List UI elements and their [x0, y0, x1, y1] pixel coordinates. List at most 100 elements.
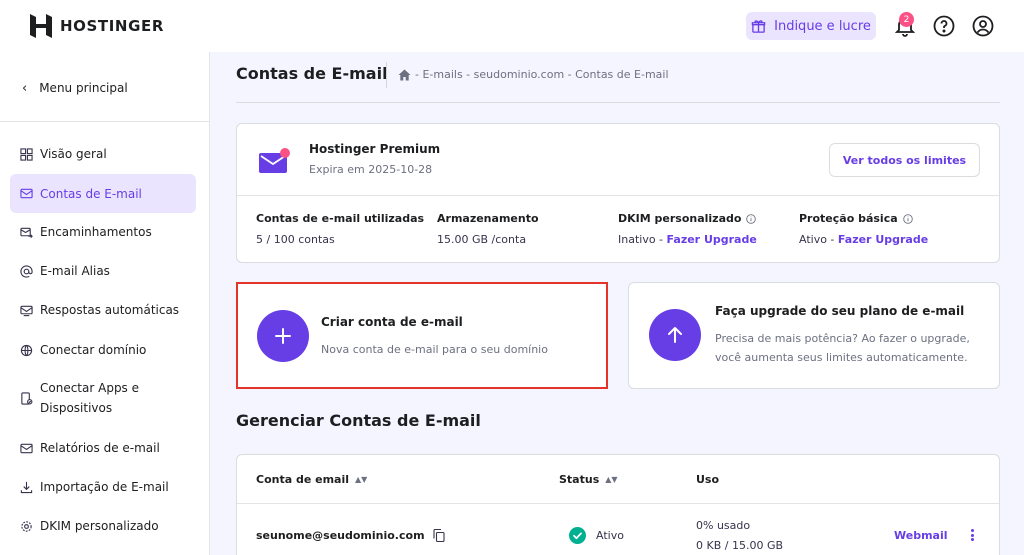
upgrade-plan-card[interactable]: Faça upgrade do seu plano de e-mail Prec…	[628, 282, 1000, 389]
header-divider	[236, 102, 1000, 103]
stat-label: Contas de e-mail utilizadas	[256, 212, 425, 225]
sidebar-main-menu[interactable]: ‹ Menu principal	[0, 70, 210, 106]
brand-name: HOSTINGER	[60, 17, 164, 35]
sidebar-item-label: Importação de E-mail	[40, 480, 169, 494]
create-card-title: Criar conta de e-mail	[321, 315, 463, 329]
stat-label: Armazenamento	[437, 212, 539, 225]
table-row-email: seunome@seudominio.com	[256, 529, 445, 542]
page-title: Contas de E-mail	[236, 64, 388, 83]
sidebar: ‹ Menu principal Visão geral Contas de E…	[0, 52, 210, 555]
table-header-divider	[237, 503, 999, 504]
create-card-subtitle: Nova conta de e-mail para o seu domínio	[321, 343, 548, 356]
view-all-limits-button[interactable]: Ver todos os limites	[829, 143, 980, 177]
breadcrumb: - E-mails - seudominio.com - Contas de E…	[398, 68, 669, 81]
gear-icon	[21, 520, 32, 532]
stat-custom-dkim: DKIM personalizado Inativo - Fazer Upgra…	[618, 212, 757, 246]
sidebar-item-connect-apps[interactable]: Conectar Apps e Dispositivos	[10, 374, 196, 422]
column-header-email-label: Conta de email	[256, 473, 350, 486]
stat-storage: Armazenamento 15.00 GB /conta	[437, 212, 539, 246]
globe-icon	[20, 344, 33, 356]
arrow-up-icon	[649, 309, 701, 361]
sidebar-item-connect-domain[interactable]: Conectar domínio	[10, 332, 196, 368]
auto-reply-icon	[20, 305, 33, 316]
plan-name: Hostinger Premium	[309, 142, 441, 156]
sidebar-item-email-reports[interactable]: Relatórios de e-mail	[10, 430, 196, 466]
column-header-email[interactable]: Conta de email ▲▼	[256, 473, 367, 486]
upgrade-card-line2: você aumenta seus limites automaticament…	[715, 351, 968, 364]
protection-upgrade-link[interactable]: Fazer Upgrade	[838, 233, 928, 246]
column-header-usage: Uso	[696, 473, 719, 486]
dkim-upgrade-link[interactable]: Fazer Upgrade	[667, 233, 757, 246]
hostinger-logo-icon	[30, 14, 52, 38]
title-separator	[386, 62, 387, 88]
device-icon	[21, 391, 33, 405]
top-bar: HOSTINGER Indique e lucre 2	[0, 0, 1024, 52]
sidebar-item-overview[interactable]: Visão geral	[10, 136, 196, 172]
info-icon[interactable]	[902, 213, 913, 224]
stat-value: Inativo -	[618, 233, 667, 246]
plan-expiry: Expira em 2025-10-28	[309, 163, 433, 176]
sidebar-item-label: Encaminhamentos	[40, 225, 152, 239]
sidebar-item-custom-dkim[interactable]: DKIM personalizado	[10, 508, 196, 544]
sidebar-item-label: Respostas automáticas	[40, 303, 180, 317]
sidebar-item-email-import[interactable]: Importação de E-mail	[10, 469, 196, 505]
chevron-left-icon: ‹	[22, 80, 28, 96]
column-header-status[interactable]: Status ▲▼	[559, 473, 618, 486]
sidebar-item-label: Relatórios de e-mail	[40, 441, 160, 455]
download-icon	[20, 481, 33, 493]
refer-earn-button[interactable]: Indique e lucre	[746, 12, 876, 40]
info-icon[interactable]	[746, 213, 757, 224]
stat-value: Ativo -	[799, 233, 838, 246]
stat-email-accounts: Contas de e-mail utilizadas 5 / 100 cont…	[256, 212, 424, 246]
copy-icon[interactable]	[432, 529, 445, 542]
mail-forward-icon	[20, 227, 33, 238]
sidebar-item-label: Visão geral	[40, 147, 107, 161]
email-address: seunome@seudominio.com	[256, 529, 425, 542]
status-text: Ativo	[596, 529, 624, 542]
sidebar-main-menu-label: Menu principal	[39, 81, 128, 95]
notification-badge: 2	[899, 12, 914, 27]
stat-label: DKIM personalizado	[618, 212, 742, 225]
sidebar-item-label: Conectar Apps e Dispositivos	[40, 381, 140, 415]
plus-icon	[257, 310, 309, 362]
mail-report-icon	[20, 443, 33, 453]
sort-icon: ▲▼	[605, 475, 618, 484]
upgrade-card-title: Faça upgrade do seu plano de e-mail	[715, 304, 965, 318]
sidebar-item-forwarding[interactable]: Encaminhamentos	[10, 214, 196, 250]
sidebar-item-label: E-mail Alias	[40, 264, 110, 278]
create-email-account-card[interactable]: Criar conta de e-mail Nova conta de e-ma…	[236, 282, 608, 389]
sidebar-item-label: Contas de E-mail	[40, 186, 142, 201]
table-row-status: Ativo	[569, 527, 624, 544]
stat-value: 5 / 100 contas	[256, 233, 335, 246]
refer-earn-label: Indique e lucre	[774, 18, 871, 34]
gift-icon	[751, 19, 766, 33]
stat-label: Proteção básica	[799, 212, 898, 225]
plan-card-divider	[237, 195, 999, 196]
account-icon[interactable]	[971, 14, 995, 38]
home-icon[interactable]	[398, 69, 411, 81]
mailbox-icon	[20, 188, 33, 199]
breadcrumb-path[interactable]: - E-mails - seudominio.com - Contas de E…	[415, 68, 669, 81]
column-header-usage-label: Uso	[696, 473, 720, 486]
sidebar-item-auto-replies[interactable]: Respostas automáticas	[10, 292, 196, 328]
sidebar-item-label: DKIM personalizado	[40, 519, 159, 533]
help-icon[interactable]	[932, 14, 956, 38]
upgrade-card-line1: Precisa de mais potência? Ao fazer o upg…	[715, 332, 970, 345]
plan-card: Hostinger Premium Expira em 2025-10-28 V…	[236, 123, 1000, 263]
email-accounts-table: Conta de email ▲▼ Status ▲▼ Uso seunome@…	[236, 454, 1000, 555]
usage-percent: 0% usado	[696, 519, 751, 532]
usage-amount: 0 KB / 15.00 GB	[696, 539, 784, 552]
sidebar-item-email-accounts[interactable]: Contas de E-mail	[10, 174, 196, 213]
stat-value: 15.00 GB /conta	[437, 233, 527, 246]
plan-mail-icon	[259, 148, 290, 173]
sort-icon: ▲▼	[355, 475, 368, 484]
more-options-icon[interactable]	[965, 527, 979, 543]
stat-basic-protection: Proteção básica Ativo - Fazer Upgrade	[799, 212, 928, 246]
hostinger-logo[interactable]: HOSTINGER	[30, 14, 164, 38]
sidebar-item-email-alias[interactable]: E-mail Alias	[10, 253, 196, 289]
column-header-status-label: Status	[559, 473, 600, 486]
webmail-link[interactable]: Webmail	[894, 529, 948, 542]
check-circle-icon	[569, 527, 586, 544]
grid-icon	[20, 147, 33, 161]
at-icon	[20, 264, 33, 278]
